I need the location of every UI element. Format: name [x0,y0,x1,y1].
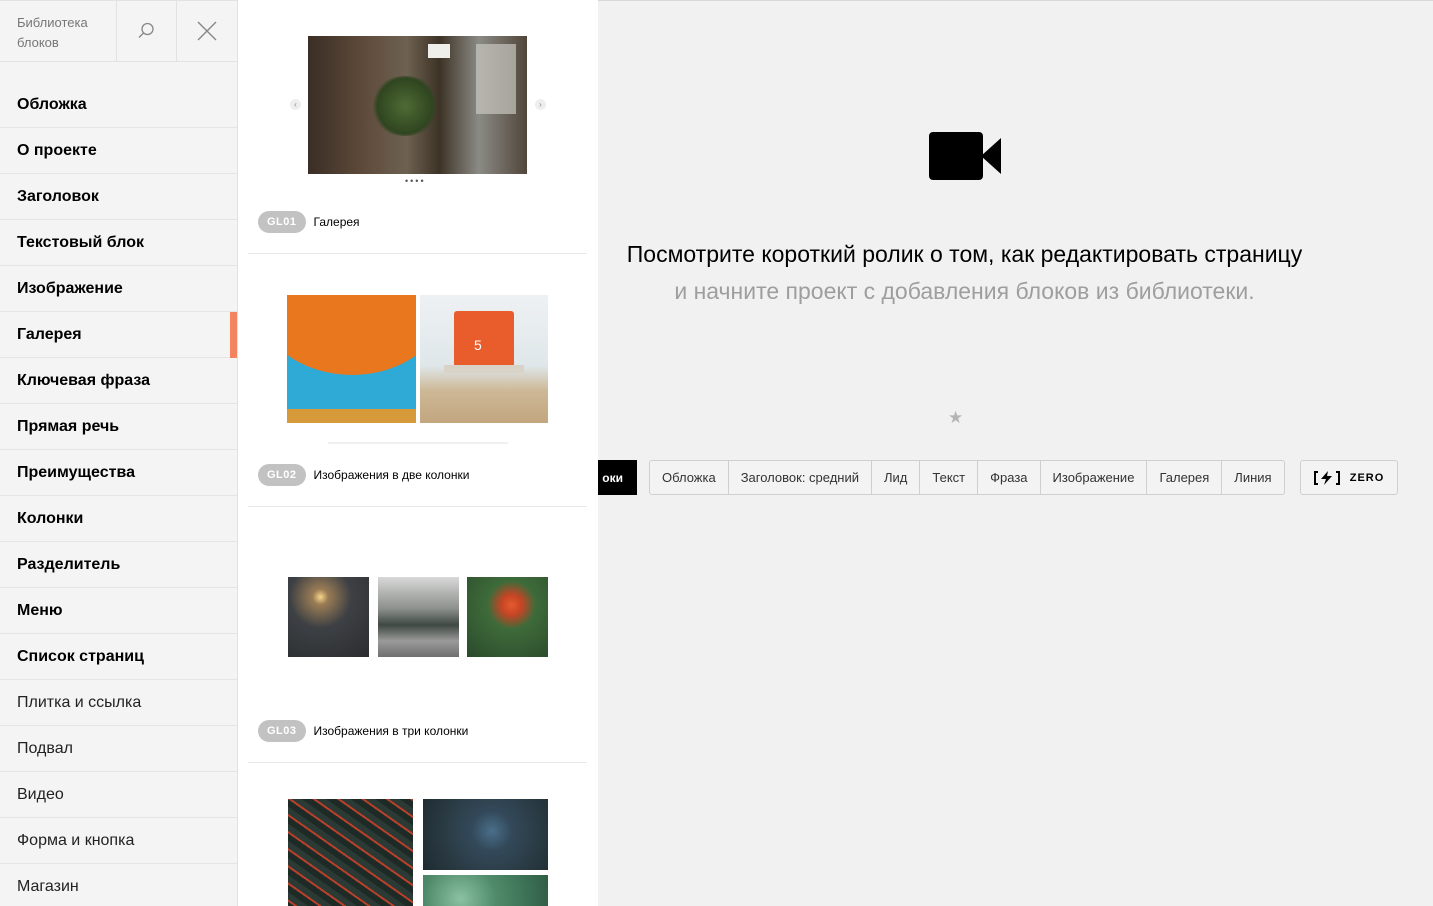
sidebar-item[interactable]: Преимущества [0,450,237,496]
quick-add-button[interactable]: Изображение [1041,461,1148,494]
sidebar-item[interactable]: Разделитель [0,542,237,588]
sidebar-item-label: Текстовый блок [17,233,144,251]
succulents-preview-image [423,875,548,906]
block-label: GL02 Изображения в две колонки [258,464,469,486]
star-icon: ★ [948,408,964,427]
gallery-next-arrow[interactable]: › [535,99,546,110]
block-card-next[interactable] [248,763,587,906]
sidebar-item-label: Плитка и ссылка [17,693,142,711]
sidebar-item[interactable]: Подвал [0,726,237,772]
sidebar-item-label: О проекте [17,141,97,159]
lifeguard-preview-image: 5 [420,295,548,423]
sidebar-item[interactable]: Прямая речь [0,404,237,450]
intro-subline: и начните проект с добавления блоков из … [674,278,1255,304]
sidebar-item-label: Прямая речь [17,417,120,435]
sidebar-item[interactable]: Текстовый блок [0,220,237,266]
sidebar-item[interactable]: Галерея [0,312,237,358]
gallery-preview-image [308,36,527,174]
quick-add-bar: Обложка Заголовок: средний Лид Текст Фраза Из… [649,460,1285,495]
block-card-gl03[interactable]: GL03 Изображения в три колонки [248,507,587,763]
all-blocks-button[interactable]: оки [598,460,637,495]
sidebar-header: Библиотека блоков [0,0,237,62]
sidebar-item[interactable]: О проекте [0,128,237,174]
zero-label: ZERO [1349,471,1385,484]
block-preview-list: ‹ › •••• GL01 Галерея 5 GL02 Изображения… [238,0,598,906]
sidebar-item-label: Список страниц [17,647,144,665]
sidebar-title: Библиотека блоков [17,15,88,50]
phone-preview-image [423,799,548,870]
quick-add-button[interactable]: Заголовок: средний [729,461,873,494]
sidebar-item-label: Ключевая фраза [17,371,150,389]
sidebar-item-label: Форма и кнопка [17,831,135,849]
tulips-preview-image [467,577,548,657]
sidebar-item[interactable]: Колонки [0,496,237,542]
leaves-preview-image [288,799,413,906]
block-library-sidebar: Библиотека блоков Обложка О проекте Заголо… [0,0,238,906]
sparkler-preview-image [288,577,369,657]
block-label: GL01 Галерея [258,211,360,233]
sidebar-item-label: Изображение [17,279,123,297]
video-camera-icon[interactable] [929,132,1001,180]
quick-add-button[interactable]: Линия [1222,461,1283,494]
sidebar-item-label: Меню [17,601,63,619]
quick-add-button[interactable]: Галерея [1147,461,1223,494]
block-name: Изображения в две колонки [313,468,470,482]
sidebar-item-label: Видео [17,785,64,803]
sidebar-item-label: Заголовок [17,187,99,205]
sidebar-item[interactable]: Ключевая фраза [0,358,237,404]
quick-add-button[interactable]: Лид [872,461,921,494]
gallery-prev-arrow[interactable]: ‹ [290,99,301,110]
sidebar-item[interactable]: Заголовок [0,174,237,220]
category-list: Обложка О проекте Заголовок Текстовый блок И… [0,62,237,906]
page-editor-area: Посмотрите короткий ролик о том, как ред… [598,0,1433,906]
intro-headline: Посмотрите короткий ролик о том, как ред… [626,241,1303,267]
zero-block-button[interactable]: ZERO [1300,460,1398,495]
quick-add-button[interactable]: Текст [920,461,979,494]
sidebar-item-label: Магазин [17,877,79,895]
block-label: GL03 Изображения в три колонки [258,720,468,742]
quick-add-button[interactable]: Обложка [650,461,729,494]
sidebar-item[interactable]: Магазин [0,864,237,906]
forest-road-preview-image [378,577,459,657]
sidebar-item-label: Обложка [17,95,87,113]
sidebar-item[interactable]: Обложка [0,82,237,128]
sidebar-item[interactable]: Меню [0,588,237,634]
close-button[interactable] [176,1,237,61]
sidebar-item-label: Подвал [17,739,73,757]
sidebar-item[interactable]: Плитка и ссылка [0,680,237,726]
sidebar-item-label: Галерея [17,325,82,343]
block-name: Изображения в три колонки [313,724,469,738]
quick-add-button[interactable]: Фраза [978,461,1041,494]
search-icon [138,22,155,38]
block-code-badge: GL02 [258,464,306,486]
gallery-dots: •••• [405,176,426,186]
search-button[interactable] [115,1,177,61]
block-code-badge: GL01 [258,211,306,233]
zero-block-icon [1313,470,1340,485]
sidebar-item[interactable]: Список страниц [0,634,237,680]
block-card-gl02[interactable]: 5 GL02 Изображения в две колонки [248,254,587,507]
umbrella-preview-image [287,295,416,423]
block-name: Галерея [313,215,360,229]
close-icon [197,21,217,41]
sidebar-item-label: Разделитель [17,555,121,573]
sidebar-item[interactable]: Видео [0,772,237,818]
block-code-badge: GL03 [258,720,306,742]
block-card-gl01[interactable]: ‹ › •••• GL01 Галерея [248,0,587,254]
sidebar-item-label: Колонки [17,509,84,527]
sidebar-item[interactable]: Форма и кнопка [0,818,237,864]
sidebar-item[interactable]: Изображение [0,266,237,312]
sidebar-item-label: Преимущества [17,463,135,481]
